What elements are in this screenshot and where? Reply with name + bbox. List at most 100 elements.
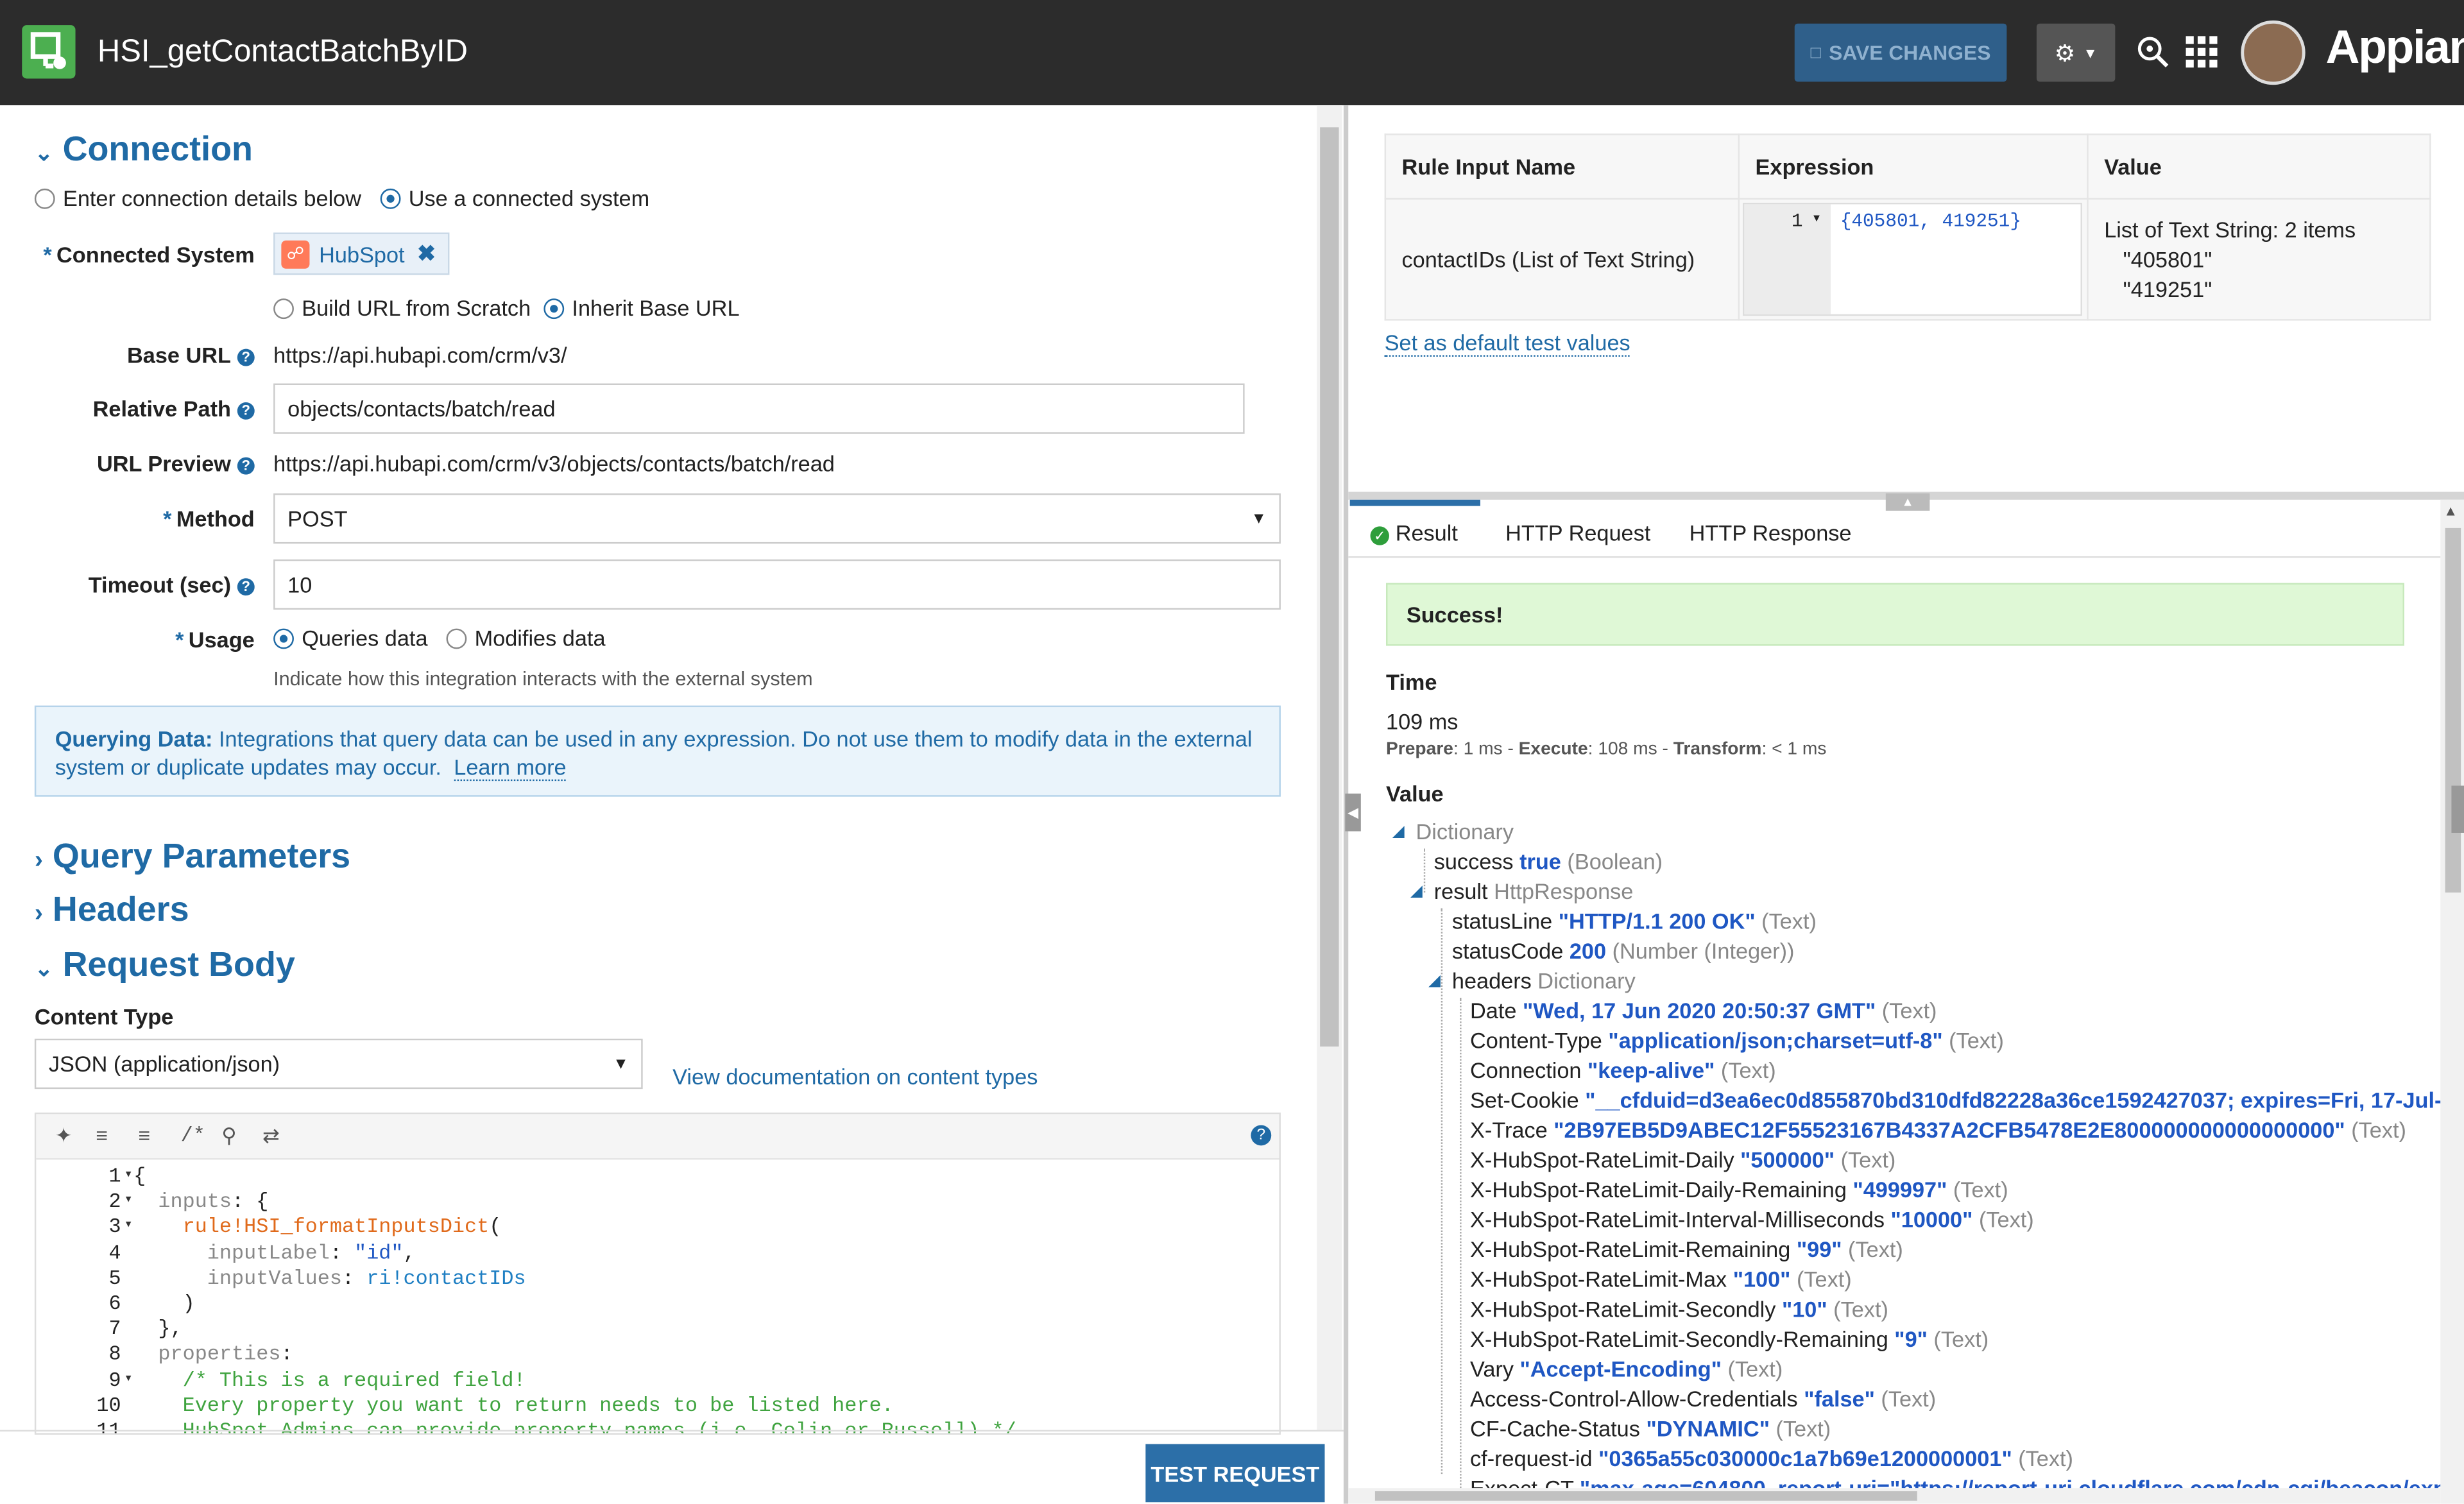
chevron-down-icon: ⌄ (34, 139, 53, 166)
tree-value: "9" (1894, 1326, 1928, 1352)
timeout-input[interactable]: 10 (273, 559, 1281, 610)
method-select[interactable]: POST ▼ (273, 493, 1281, 544)
expression-cell[interactable]: 1 ▾ {405801, 419251} (1738, 198, 2089, 321)
expand-toggle-icon[interactable]: ◢ (1410, 883, 1423, 900)
tree-node: statusCode 200 (Number (Integer)) (1452, 938, 1795, 963)
integration-icon (22, 25, 76, 79)
connection-title: Connection (62, 128, 253, 169)
connection-section-header[interactable]: ⌄ Connection (35, 129, 253, 170)
time-label: Time (1386, 669, 1437, 695)
fold-icon[interactable]: ▾ (126, 1371, 132, 1383)
base-url-label: Base URL? (35, 343, 255, 368)
success-banner: Success! (1386, 583, 2404, 646)
test-request-button[interactable]: TEST REQUEST (1145, 1444, 1325, 1503)
tab-result[interactable]: ✓ Result (1370, 520, 1458, 545)
magic-wand-icon[interactable]: ✦ (55, 1124, 73, 1149)
scroll-up-icon[interactable]: ▲ (2443, 503, 2458, 518)
tree-type: (Text) (1796, 1266, 1852, 1292)
tree-type: (Text) (2351, 1117, 2406, 1143)
tree-type: (Text) (2018, 1446, 2073, 1471)
tree-node: success true (Boolean) (1434, 848, 1663, 873)
left-scrollbar[interactable] (1317, 105, 1342, 1430)
tree-value: "2B97EB5D9ABEC12F55523167B4337A2CFB5478E… (1553, 1117, 2345, 1143)
query-parameters-section-header[interactable]: › Query Parameters (35, 836, 350, 877)
radio-icon (446, 628, 467, 649)
queries-data-radio[interactable]: Queries data (273, 626, 428, 651)
expression-editor[interactable]: 1 ▾ {405801, 419251} (1742, 202, 2082, 316)
enter-details-radio[interactable]: Enter connection details below (34, 185, 361, 210)
settings-menu-button[interactable]: ⚙ ▼ (2036, 23, 2116, 82)
help-icon[interactable]: ? (1251, 1125, 1272, 1146)
code-line: rule!HSI_formatInputsDict( (182, 1215, 502, 1239)
code-line: inputs: { (158, 1190, 269, 1214)
request-body-editor[interactable]: ✦ ≡ ≡ /* ⚲ ⇄ ? 1 ▾{2 ▾ inputs: {3 ▾ rule!HS… (34, 1112, 1281, 1435)
relative-path-label: Relative Path? (35, 396, 255, 421)
set-default-test-values-link[interactable]: Set as default test values (1384, 330, 1630, 357)
radio-selected-icon (273, 628, 294, 649)
tree-value: "10000" (1890, 1206, 1973, 1233)
expand-toggle-icon[interactable]: ◢ (1392, 823, 1405, 841)
usage-help-text: Indicate how this integration interacts … (273, 667, 813, 690)
tree-key: X-HubSpot-RateLimit-Remaining (1470, 1236, 1791, 1262)
collapse-left-icon[interactable]: ◀ (1345, 793, 1361, 832)
tab-http-request[interactable]: HTTP Request (1505, 520, 1650, 545)
build-url-radio[interactable]: Build URL from Scratch (273, 295, 531, 321)
editor-toolbar: ✦ ≡ ≡ /* ⚲ ⇄ ? (36, 1114, 1279, 1160)
right-scrollbar-thumb[interactable] (2445, 527, 2461, 893)
tree-node: cf-request-id "0365a55c030000c1a7b69e120… (1470, 1446, 2073, 1471)
comment-icon[interactable]: /* (181, 1124, 205, 1147)
code-area[interactable]: 1 ▾{2 ▾ inputs: {3 ▾ rule!HSI_formatInputsD… (36, 1158, 1279, 1433)
content-type-docs-link[interactable]: View documentation on content types (672, 1064, 1038, 1089)
relative-path-input[interactable]: objects/contacts/batch/read (273, 383, 1245, 434)
left-scrollbar-thumb[interactable] (1320, 127, 1339, 1047)
tree-key: headers (1451, 968, 1532, 993)
save-changes-button[interactable]: □ SAVE CHANGES (1794, 23, 2007, 82)
tree-value: "10" (1781, 1296, 1827, 1322)
use-connected-system-radio[interactable]: Use a connected system (380, 185, 649, 210)
modifies-data-radio[interactable]: Modifies data (446, 626, 606, 651)
tree-node: Dictionary (1416, 819, 1514, 844)
dropdown-caret-icon: ▼ (613, 1055, 629, 1073)
fold-icon[interactable]: ▾ (126, 1193, 132, 1206)
remove-icon[interactable]: ✖ (417, 241, 436, 268)
info-bold: Querying Data: (55, 726, 213, 751)
app-launcher-icon[interactable] (2184, 35, 2219, 79)
horizontal-scrollbar-thumb[interactable] (1374, 1491, 1917, 1501)
learn-more-link[interactable]: Learn more (454, 754, 567, 782)
radio-selected-icon (543, 298, 565, 320)
code-line-number: 10 (96, 1393, 121, 1417)
connected-system-chip[interactable]: ☍ HubSpot ✖ (273, 232, 450, 275)
search-icon[interactable]: ⚲ (221, 1124, 236, 1149)
timeout-label: Timeout (sec)? (35, 572, 255, 597)
fold-icon[interactable]: ▾ (126, 1218, 132, 1231)
indent-icon[interactable]: ≡ (96, 1124, 108, 1147)
user-avatar[interactable] (2241, 20, 2306, 85)
fold-icon[interactable]: ▾ (1813, 210, 1820, 225)
content-type-select[interactable]: JSON (application/json) ▼ (34, 1038, 643, 1090)
tree-key: statusCode (1451, 938, 1564, 964)
outdent-icon[interactable]: ≡ (139, 1124, 151, 1147)
tree-key: Content-Type (1470, 1027, 1602, 1053)
fold-icon[interactable]: ▾ (126, 1168, 132, 1180)
code-line: { (133, 1164, 146, 1188)
code-line-number: 8 (108, 1342, 121, 1367)
tree-type: (Text) (1720, 1057, 1776, 1083)
dropdown-caret-icon: ▼ (1251, 509, 1267, 527)
expand-right-icon[interactable] (2451, 785, 2464, 833)
tab-http-response[interactable]: HTTP Response (1690, 520, 1852, 545)
base-url-value: https://api.hubapi.com/crm/v3/ (273, 342, 567, 368)
code-line-number: 3 (108, 1215, 121, 1239)
expand-toggle-icon[interactable]: ◢ (1428, 973, 1441, 990)
content-type-label: Content Type (34, 1004, 174, 1030)
request-body-section-header[interactable]: ⌄ Request Body (35, 944, 295, 986)
tree-key: X-HubSpot-RateLimit-Interval-Millisecond… (1470, 1206, 1885, 1233)
url-preview-value: https://api.hubapi.com/crm/v3/objects/co… (273, 450, 835, 477)
tree-value: "application/json;charset=utf-8" (1608, 1027, 1943, 1053)
inherit-base-url-radio[interactable]: Inherit Base URL (543, 295, 740, 321)
shuffle-icon[interactable]: ⇄ (262, 1124, 280, 1149)
tree-value: "HTTP/1.1 200 OK" (1558, 908, 1756, 934)
tree-key: Access-Control-Allow-Credentials (1470, 1386, 1798, 1412)
headers-section-header[interactable]: › Headers (35, 889, 189, 930)
code-line-number: 1 (108, 1164, 121, 1188)
search-objects-icon[interactable] (2134, 33, 2172, 80)
